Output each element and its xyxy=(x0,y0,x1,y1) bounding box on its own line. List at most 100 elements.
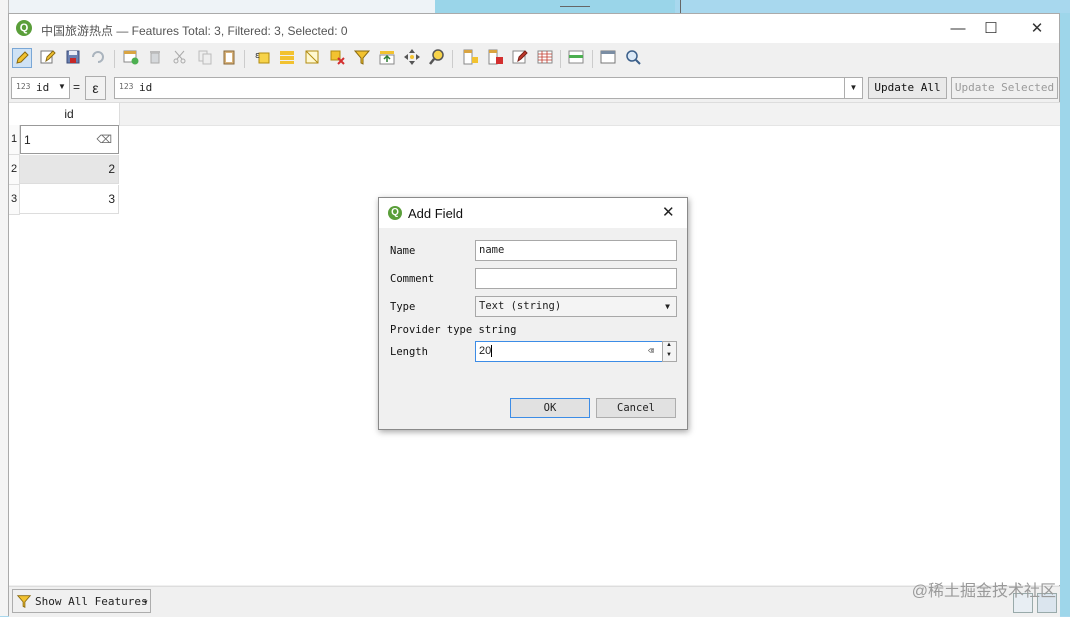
expression-value: id xyxy=(139,81,153,94)
field-calculator-button[interactable] xyxy=(535,48,555,68)
clear-value-icon[interactable]: ⌫ xyxy=(648,342,654,361)
length-spinbox[interactable]: 20 ⌫ xyxy=(475,341,663,362)
move-selection-to-top-button[interactable] xyxy=(377,48,397,68)
delete-feature-button[interactable] xyxy=(145,48,165,68)
pan-to-selection-button[interactable] xyxy=(402,48,422,68)
dialog-title: Add Field xyxy=(408,206,463,221)
length-value: 20 xyxy=(479,345,492,357)
type-select[interactable]: Text (string) ▼ xyxy=(475,296,677,317)
dialog-titlebar: Q Add Field ✕ xyxy=(379,198,687,228)
invert-selection-button[interactable] xyxy=(302,48,322,68)
equals-label: = xyxy=(73,80,81,94)
zoom-icon xyxy=(429,49,444,65)
name-label: Name xyxy=(390,245,416,257)
field-calculator-edit-button[interactable] xyxy=(510,48,530,68)
row-header[interactable]: 3 xyxy=(9,185,20,215)
field-selector[interactable]: 123 id ▼ xyxy=(11,77,70,99)
row-header[interactable]: 2 xyxy=(9,155,20,185)
conditional-formatting-button[interactable] xyxy=(566,48,586,68)
edit-field-icon xyxy=(512,50,528,64)
window-title: 中国旅游热点 — Features Total: 3, Filtered: 3,… xyxy=(41,24,348,38)
background-toolbar-strip xyxy=(0,0,435,13)
invert-selection-icon xyxy=(305,50,319,64)
cell-value: 1 xyxy=(24,133,31,147)
paste-button[interactable] xyxy=(219,48,239,68)
funnel-icon xyxy=(16,595,32,608)
row-header[interactable]: 1 xyxy=(9,125,20,155)
chevron-down-icon: ▼ xyxy=(849,83,858,92)
expression-type-badge: 123 xyxy=(119,82,134,91)
filter-button[interactable] xyxy=(352,48,372,68)
cancel-button[interactable]: Cancel xyxy=(596,398,676,418)
update-selected-button[interactable]: Update Selected xyxy=(951,77,1058,99)
chevron-down-icon[interactable]: ▼ xyxy=(666,352,672,358)
select-all-icon xyxy=(280,51,294,64)
reload-button[interactable] xyxy=(88,48,108,68)
comment-field[interactable] xyxy=(475,268,677,289)
zoom-to-selection-button[interactable] xyxy=(427,48,447,68)
background-map xyxy=(435,0,675,13)
multi-edit-icon xyxy=(40,50,56,64)
clear-value-icon[interactable]: ⌫ xyxy=(96,126,112,155)
deselect-all-button[interactable] xyxy=(327,48,347,68)
conditional-format-icon xyxy=(568,50,584,64)
trash-icon xyxy=(150,51,160,64)
background-map-right xyxy=(1060,13,1070,616)
expression-select-icon: ε xyxy=(255,51,270,64)
table-cell-editing[interactable]: 1 ⌫ xyxy=(20,125,119,154)
delete-field-icon xyxy=(488,49,503,65)
form-view-icon xyxy=(600,50,616,64)
multi-edit-button[interactable] xyxy=(38,48,58,68)
watermark-text: @稀土掘金技术社区 xyxy=(911,583,1056,600)
add-feature-button[interactable] xyxy=(121,48,141,68)
show-features-dropdown[interactable]: Show All Features ▾ xyxy=(12,589,151,613)
chevron-down-icon: ▾ xyxy=(144,599,148,606)
cut-button[interactable] xyxy=(170,48,190,68)
header-filler xyxy=(120,103,1060,126)
save-edits-button[interactable] xyxy=(63,48,83,68)
chevron-down-icon: ▼ xyxy=(665,302,670,311)
pan-icon xyxy=(404,49,420,65)
column-header-id[interactable]: id xyxy=(19,103,120,126)
length-stepper[interactable]: ▲ ▼ xyxy=(662,341,677,362)
status-bar: Show All Features ▾ xyxy=(9,586,1060,617)
dock-search-icon xyxy=(626,50,641,65)
scissors-icon xyxy=(173,50,186,64)
type-label: Type xyxy=(390,301,416,313)
new-field-button[interactable] xyxy=(460,48,480,68)
expression-builder-button[interactable]: ε xyxy=(85,76,106,100)
expression-dropdown-button[interactable]: ▼ xyxy=(844,77,863,99)
select-by-expression-button[interactable]: ε xyxy=(252,48,272,68)
ok-button[interactable]: OK xyxy=(510,398,590,418)
table-cell[interactable]: 3 xyxy=(20,185,119,214)
toolbar-separator xyxy=(244,50,245,68)
toolbar-separator xyxy=(114,50,115,68)
delete-field-button[interactable] xyxy=(485,48,505,68)
text-cursor xyxy=(491,345,493,357)
svg-text:ε: ε xyxy=(255,51,260,61)
toolbar-separator xyxy=(452,50,453,68)
window-titlebar: Q 中国旅游热点 — Features Total: 3, Filtered: … xyxy=(9,14,1059,43)
save-icon xyxy=(66,50,80,64)
field-selector-value: id xyxy=(36,81,50,94)
calculator-icon xyxy=(537,50,553,64)
copy-button[interactable] xyxy=(195,48,215,68)
actions-button[interactable] xyxy=(598,48,618,68)
toggle-editing-button[interactable] xyxy=(12,48,32,68)
dock-toggle-button[interactable] xyxy=(623,48,643,68)
dialog-close-button[interactable]: ✕ xyxy=(662,203,675,221)
chevron-up-icon[interactable]: ▲ xyxy=(666,342,672,348)
select-all-button[interactable] xyxy=(277,48,297,68)
show-features-label: Show All Features xyxy=(35,595,148,608)
close-button[interactable]: ✕ xyxy=(1022,18,1052,40)
expression-input[interactable]: 123 id xyxy=(114,77,848,99)
add-feature-icon xyxy=(123,50,139,65)
update-all-button[interactable]: Update All xyxy=(868,77,947,99)
new-field-icon xyxy=(463,49,478,65)
maximize-button[interactable]: ☐ xyxy=(976,18,1006,40)
name-field[interactable]: name xyxy=(475,240,677,261)
table-cell[interactable]: 2 xyxy=(20,155,119,184)
background-map-line xyxy=(560,6,590,7)
minimize-button[interactable]: — xyxy=(943,18,973,40)
copy-icon xyxy=(198,50,212,65)
